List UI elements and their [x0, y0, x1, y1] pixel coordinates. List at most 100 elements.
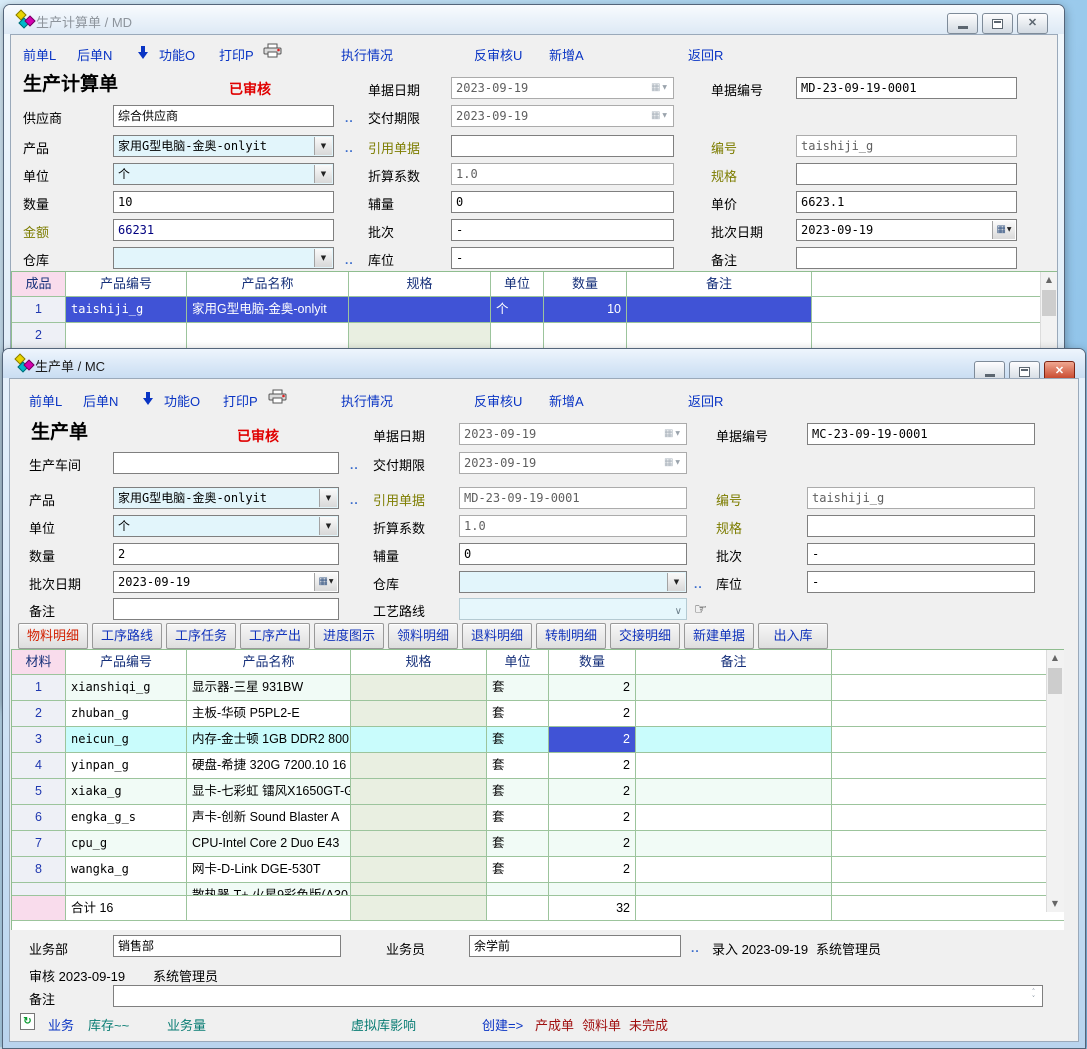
- md-supplier-lookup[interactable]: ..: [345, 111, 354, 125]
- md-product-lookup[interactable]: ..: [345, 141, 354, 155]
- cell-spec[interactable]: [351, 831, 487, 856]
- mc-field-footer-note[interactable]: ˄˅: [113, 985, 1043, 1007]
- cell-qty[interactable]: [544, 323, 627, 348]
- row-number[interactable]: 1: [12, 297, 66, 322]
- spinner-icon[interactable]: ˄˅: [1027, 988, 1040, 1004]
- bottombar-produce-doc[interactable]: 产成单: [535, 1015, 574, 1034]
- md-toolbar-add[interactable]: 新增A: [549, 45, 584, 64]
- cell-qty[interactable]: 2: [549, 831, 636, 856]
- cell-code[interactable]: neicun_g: [66, 727, 187, 752]
- cell-unit[interactable]: [491, 323, 544, 348]
- md-warehouse-lookup[interactable]: ..: [345, 253, 354, 267]
- mc-agent-lookup[interactable]: ..: [691, 941, 700, 955]
- cell-note[interactable]: [627, 323, 812, 348]
- mc-titlebar[interactable]: 生产单 / MC ✕: [3, 349, 1085, 378]
- cell-name[interactable]: 内存-金士顿 1GB DDR2 800: [187, 727, 351, 752]
- tab-handover-detail[interactable]: 交接明细: [610, 623, 680, 649]
- mc-field-deliver-date[interactable]: 2023-09-19▦▼: [459, 452, 687, 474]
- mc-field-doc-date[interactable]: 2023-09-19▦▼: [459, 423, 687, 445]
- mc-field-spec[interactable]: [807, 515, 1035, 537]
- cell-spec[interactable]: [349, 323, 491, 348]
- cell-name[interactable]: [187, 323, 349, 348]
- md-toolbar-print[interactable]: 打印P: [219, 45, 254, 64]
- cell-spec[interactable]: [351, 883, 487, 896]
- dropdown-arrow-icon[interactable]: ▼: [319, 489, 337, 507]
- row-number[interactable]: 1: [12, 675, 66, 700]
- table-row[interactable]: 6 engka_g_s 声卡-创新 Sound Blaster A 套 2: [12, 805, 1064, 831]
- row-number[interactable]: 7: [12, 831, 66, 856]
- cell-spec[interactable]: [351, 779, 487, 804]
- cell-name[interactable]: 家用G型电脑-金奥-onlyit: [187, 297, 349, 322]
- row-number[interactable]: 4: [12, 753, 66, 778]
- table-row[interactable]: 8 wangka_g 网卡-D-Link DGE-530T 套 2: [12, 857, 1064, 883]
- column-header[interactable]: 产品编号: [66, 272, 187, 296]
- cell-unit[interactable]: 套: [487, 779, 549, 804]
- cell-note[interactable]: [636, 701, 832, 726]
- mc-field-route[interactable]: ∨: [459, 598, 687, 620]
- cell-code[interactable]: [66, 883, 187, 896]
- bottombar-biz-qty[interactable]: 业务量: [167, 1015, 206, 1034]
- mc-field-product[interactable]: 家用G型电脑-金奥-onlyit▼: [113, 487, 339, 509]
- cell-name[interactable]: 声卡-创新 Sound Blaster A: [187, 805, 351, 830]
- row-number[interactable]: 3: [12, 727, 66, 752]
- row-number[interactable]: 2: [12, 323, 66, 348]
- mc-field-aux-qty[interactable]: 0: [459, 543, 687, 565]
- mc-grid-scrollbar[interactable]: ▲ ▼: [1046, 650, 1064, 912]
- dropdown-arrow-icon[interactable]: ∨: [675, 602, 682, 620]
- bottombar-stock[interactable]: 库存~~: [88, 1015, 129, 1034]
- bottombar-unfinished[interactable]: 未完成: [629, 1015, 668, 1034]
- cell-note[interactable]: [636, 805, 832, 830]
- tab-process-task[interactable]: 工序任务: [166, 623, 236, 649]
- cell-unit[interactable]: 套: [487, 727, 549, 752]
- dropdown-arrow-icon[interactable]: ▼: [314, 249, 332, 267]
- cell-code[interactable]: engka_g_s: [66, 805, 187, 830]
- cell-code[interactable]: wangka_g: [66, 857, 187, 882]
- cell-unit[interactable]: 套: [487, 805, 549, 830]
- bottombar-pick-doc[interactable]: 领料单: [582, 1015, 621, 1034]
- cell-qty[interactable]: 2: [549, 779, 636, 804]
- mc-field-unit[interactable]: 个▼: [113, 515, 339, 537]
- cell-code[interactable]: zhuban_g: [66, 701, 187, 726]
- cell-note[interactable]: [636, 675, 832, 700]
- cell-code[interactable]: xiaka_g: [66, 779, 187, 804]
- md-field-spec[interactable]: [796, 163, 1017, 185]
- cell-qty[interactable]: 2: [549, 805, 636, 830]
- mc-field-batch-date[interactable]: 2023-09-19▦▼: [113, 571, 339, 593]
- cell-qty[interactable]: 2: [549, 753, 636, 778]
- printer-icon[interactable]: [268, 389, 287, 409]
- mc-warehouse-lookup[interactable]: ..: [694, 577, 703, 591]
- md-restore-button[interactable]: [982, 13, 1013, 34]
- mc-toolbar-add[interactable]: 新增A: [549, 391, 584, 410]
- tab-transfer-detail[interactable]: 转制明细: [536, 623, 606, 649]
- cell-code[interactable]: taishiji_g: [66, 297, 187, 322]
- column-header[interactable]: 产品名称: [187, 272, 349, 296]
- table-row[interactable]: 2 zhuban_g 主板-华硕 P5PL2-E 套 2: [12, 701, 1064, 727]
- scroll-down-icon[interactable]: ▼: [1047, 896, 1063, 912]
- mc-field-agent[interactable]: 余学前: [469, 935, 681, 957]
- md-toolbar-exec[interactable]: 执行情况: [341, 45, 393, 64]
- column-header[interactable]: 备注: [627, 272, 812, 296]
- cell-unit[interactable]: 个: [491, 297, 544, 322]
- md-field-batch[interactable]: -: [451, 219, 674, 241]
- cell-qty[interactable]: [549, 883, 636, 896]
- dropdown-arrow-icon[interactable]: ▼: [667, 573, 685, 591]
- row-number[interactable]: 5: [12, 779, 66, 804]
- dropdown-arrow-icon[interactable]: ▼: [314, 165, 332, 183]
- table-row[interactable]: 5 xiaka_g 显卡-七彩虹 镭风X1650GT-G 套 2: [12, 779, 1064, 805]
- calendar-icon[interactable]: ▦▼: [314, 573, 337, 591]
- row-number[interactable]: 2: [12, 701, 66, 726]
- tab-return-detail[interactable]: 退料明细: [462, 623, 532, 649]
- md-minimize-button[interactable]: [947, 13, 978, 34]
- md-field-factor[interactable]: 1.0: [451, 163, 674, 185]
- md-field-supplier[interactable]: 综合供应商: [113, 105, 334, 127]
- mc-workshop-lookup[interactable]: ..: [350, 458, 359, 472]
- md-close-button[interactable]: ✕: [1017, 13, 1048, 34]
- cell-unit[interactable]: 套: [487, 831, 549, 856]
- mc-product-lookup[interactable]: ..: [350, 493, 359, 507]
- cell-spec[interactable]: [349, 297, 491, 322]
- cell-spec[interactable]: [351, 753, 487, 778]
- scrollbar-thumb[interactable]: [1042, 290, 1056, 316]
- table-row[interactable]: 7 cpu_g CPU-Intel Core 2 Duo E43 套 2: [12, 831, 1064, 857]
- cell-name[interactable]: 显卡-七彩虹 镭风X1650GT-G: [187, 779, 351, 804]
- md-toolbar-next[interactable]: 后单N: [77, 45, 112, 64]
